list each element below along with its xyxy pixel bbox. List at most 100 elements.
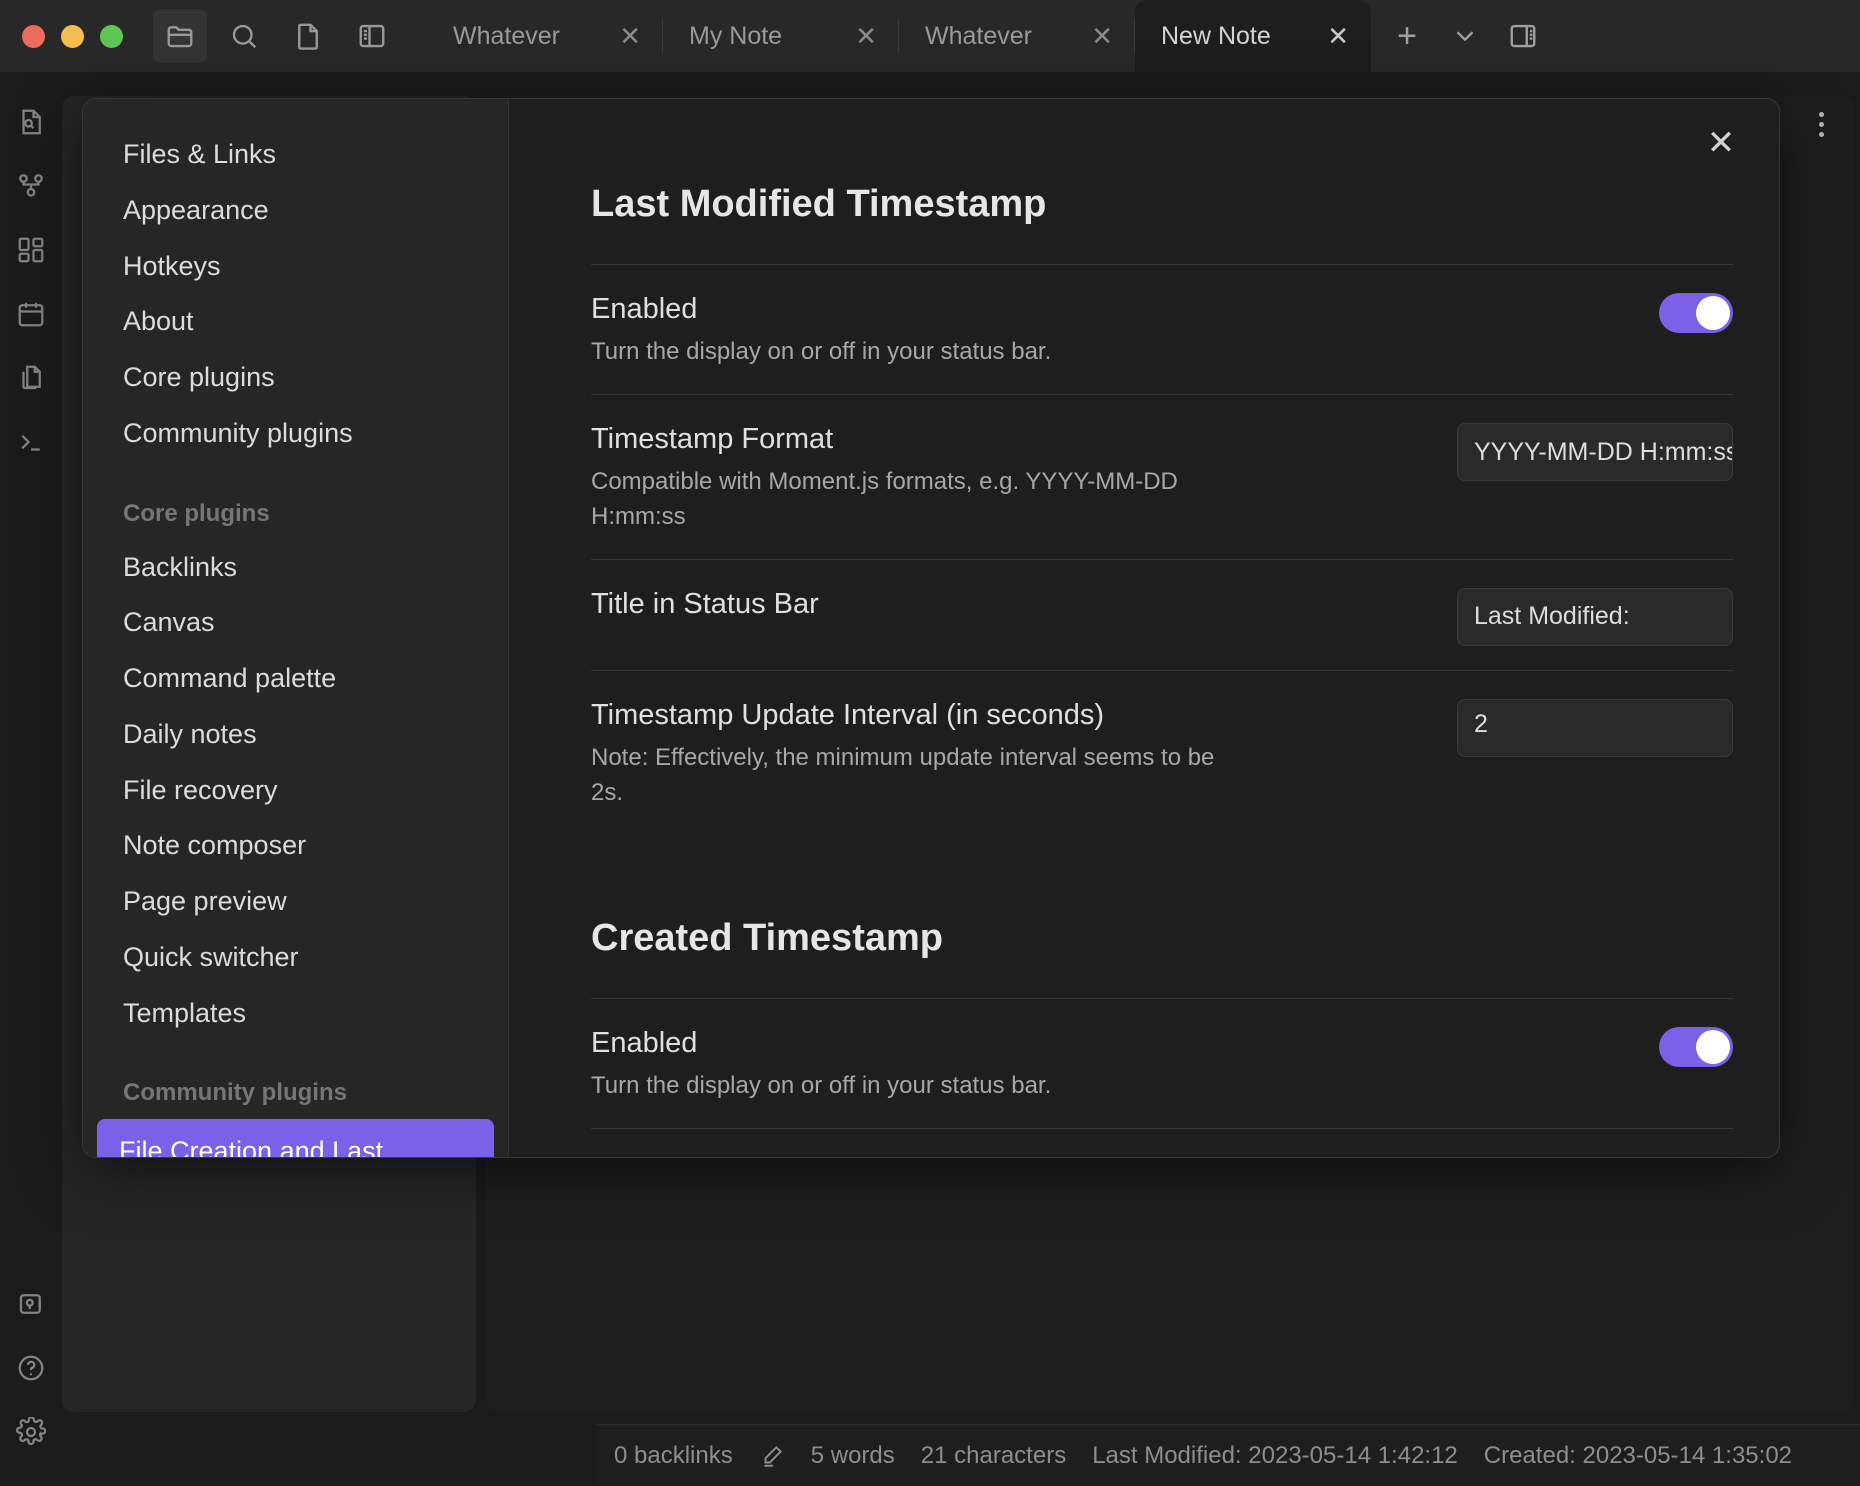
close-icon[interactable]: ✕ bbox=[1091, 23, 1113, 49]
lm-enabled-toggle[interactable] bbox=[1659, 293, 1733, 333]
character-count[interactable]: 21 characters bbox=[921, 1442, 1066, 1470]
toggle-knob bbox=[1696, 1029, 1730, 1064]
tab-label: My Note bbox=[689, 21, 783, 50]
sidebar-item-canvas[interactable]: Canvas bbox=[97, 595, 494, 651]
setting-text: Enabled Turn the display on or off in yo… bbox=[591, 1025, 1051, 1104]
setting-control bbox=[1659, 1025, 1733, 1067]
tab-label: Whatever bbox=[453, 21, 560, 50]
sidebar-item-command-palette[interactable]: Command palette bbox=[97, 651, 494, 707]
setting-row-lm-enabled: Enabled Turn the display on or off in yo… bbox=[591, 265, 1733, 394]
sidebar-item-files-and-links[interactable]: Files & Links bbox=[97, 127, 494, 183]
sidebar-item-about[interactable]: About bbox=[97, 294, 494, 350]
app-window: Whatever ✕ My Note ✕ Whatever ✕ New Note… bbox=[0, 0, 1860, 1486]
setting-text: Timestamp Format Compatible with Moment.… bbox=[591, 1155, 1231, 1158]
setting-control bbox=[1659, 291, 1733, 333]
close-icon[interactable]: ✕ bbox=[855, 23, 877, 49]
backlinks-count[interactable]: 0 backlinks bbox=[614, 1442, 733, 1470]
tab-strip: Whatever ✕ My Note ✕ Whatever ✕ New Note… bbox=[427, 0, 1860, 72]
setting-text: Enabled Turn the display on or off in yo… bbox=[591, 291, 1051, 370]
vault-icon[interactable] bbox=[0, 1272, 62, 1336]
setting-description: Note: Effectively, the minimum update in… bbox=[591, 744, 1215, 806]
section-title-last-modified: Last Modified Timestamp bbox=[591, 183, 1047, 225]
toggle-knob bbox=[1696, 296, 1730, 330]
pencil-icon[interactable] bbox=[759, 1443, 785, 1469]
setting-description: Turn the display on or off in your statu… bbox=[591, 338, 1052, 366]
setting-text: Timestamp Format Compatible with Moment.… bbox=[591, 421, 1231, 535]
lm-interval-input[interactable]: 2 bbox=[1457, 698, 1733, 757]
sidebar-item-file-recovery[interactable]: File recovery bbox=[97, 763, 494, 819]
sidebar-item-hotkeys[interactable]: Hotkeys bbox=[97, 239, 494, 295]
setting-text: Timestamp Update Interval (in seconds) N… bbox=[591, 697, 1231, 811]
settings-modal: Files & Links Appearance Hotkeys About C… bbox=[82, 98, 1780, 1158]
rail-top-group bbox=[0, 72, 62, 474]
close-icon[interactable]: ✕ bbox=[1327, 23, 1349, 49]
kebab-menu-icon[interactable] bbox=[1811, 106, 1832, 143]
setting-description: Compatible with Moment.js formats, e.g. … bbox=[591, 468, 1178, 531]
setting-row-lm-format: Timestamp Format Compatible with Moment.… bbox=[591, 394, 1733, 559]
sidebar-item-timestamps-plugin[interactable]: File Creation and Last Modified Timestam… bbox=[97, 1119, 494, 1157]
chevron-down-icon[interactable] bbox=[1439, 10, 1491, 62]
setting-control: Last Modified: bbox=[1457, 586, 1733, 646]
sidebar-item-daily-notes[interactable]: Daily notes bbox=[97, 707, 494, 763]
minimize-window-button[interactable] bbox=[61, 24, 84, 48]
left-rail bbox=[0, 72, 62, 1486]
sidebar-item-backlinks[interactable]: Backlinks bbox=[97, 540, 494, 596]
lm-title-input[interactable]: Last Modified: bbox=[1457, 587, 1733, 646]
tab-my-note[interactable]: My Note ✕ bbox=[663, 0, 899, 72]
settings-content: ✕ Last Modified Timestamp Enabled Turn t… bbox=[509, 99, 1779, 1157]
tab-controls: + bbox=[1371, 0, 1571, 72]
calendar-icon[interactable] bbox=[0, 282, 62, 346]
title-bar: Whatever ✕ My Note ✕ Whatever ✕ New Note… bbox=[0, 0, 1860, 72]
sidebar-item-quick-switcher[interactable]: Quick switcher bbox=[97, 930, 494, 986]
rail-bottom-group bbox=[0, 1272, 62, 1486]
sidebar-toggle-icon[interactable] bbox=[345, 9, 399, 63]
setting-label: Timestamp Format bbox=[591, 423, 834, 456]
setting-control: YYYY-MM-DD H:mm:ss bbox=[1457, 1155, 1733, 1157]
graph-view-icon[interactable] bbox=[0, 154, 62, 218]
cr-enabled-toggle[interactable] bbox=[1659, 1026, 1733, 1067]
sidebar-item-community-plugins[interactable]: Community plugins bbox=[97, 406, 494, 462]
tab-new-note[interactable]: New Note ✕ bbox=[1135, 0, 1371, 72]
nav-heading-community-plugins: Community plugins bbox=[123, 1079, 347, 1107]
close-icon[interactable]: ✕ bbox=[619, 23, 641, 49]
word-count[interactable]: 5 words bbox=[811, 1442, 895, 1470]
terminal-icon[interactable] bbox=[0, 410, 62, 474]
right-sidebar-icon[interactable] bbox=[1497, 10, 1549, 62]
new-tab-button[interactable]: + bbox=[1381, 10, 1433, 62]
created-status[interactable]: Created: 2023-05-14 1:35:02 bbox=[1484, 1442, 1792, 1470]
sidebar-item-templates[interactable]: Templates bbox=[97, 986, 494, 1042]
tab-label: Whatever bbox=[925, 21, 1032, 50]
setting-label: Enabled bbox=[591, 1026, 698, 1059]
settings-gear-icon[interactable] bbox=[0, 1400, 62, 1464]
setting-label: Enabled bbox=[591, 293, 698, 325]
zoom-window-button[interactable] bbox=[100, 24, 123, 48]
copy-files-icon[interactable] bbox=[0, 346, 62, 410]
setting-label: Timestamp Update Interval (in seconds) bbox=[591, 698, 1105, 731]
search-icon[interactable] bbox=[217, 9, 271, 63]
help-icon[interactable] bbox=[0, 1336, 62, 1400]
sidebar-item-note-composer[interactable]: Note composer bbox=[97, 818, 494, 874]
tab-label: New Note bbox=[1161, 21, 1271, 50]
setting-description: Turn the display on or off in your statu… bbox=[591, 1071, 1052, 1099]
folder-icon[interactable] bbox=[153, 9, 207, 63]
sidebar-item-core-plugins[interactable]: Core plugins bbox=[97, 350, 494, 406]
status-bar: 0 backlinks 5 words 21 characters Last M… bbox=[596, 1424, 1860, 1486]
setting-text: Title in Status Bar bbox=[591, 586, 819, 622]
setting-row-cr-format: Timestamp Format Compatible with Moment.… bbox=[591, 1127, 1733, 1158]
canvas-icon[interactable] bbox=[0, 218, 62, 282]
tab-whatever-1[interactable]: Whatever ✕ bbox=[427, 0, 663, 72]
settings-nav: Files & Links Appearance Hotkeys About C… bbox=[83, 99, 509, 1157]
setting-row-lm-interval: Timestamp Update Interval (in seconds) N… bbox=[591, 669, 1733, 835]
tab-whatever-2[interactable]: Whatever ✕ bbox=[899, 0, 1135, 72]
sidebar-item-page-preview[interactable]: Page preview bbox=[97, 874, 494, 930]
sidebar-item-appearance[interactable]: Appearance bbox=[97, 183, 494, 239]
search-in-file-icon[interactable] bbox=[0, 90, 62, 154]
close-icon[interactable]: ✕ bbox=[1697, 119, 1745, 167]
last-modified-status[interactable]: Last Modified: 2023-05-14 1:42:12 bbox=[1092, 1442, 1458, 1470]
setting-row-cr-enabled: Enabled Turn the display on or off in yo… bbox=[591, 999, 1733, 1128]
lm-format-input[interactable]: YYYY-MM-DD H:mm:ss bbox=[1457, 423, 1733, 482]
setting-label: Timestamp Format bbox=[591, 1155, 1231, 1158]
section-title-created: Created Timestamp bbox=[591, 916, 943, 959]
close-window-button[interactable] bbox=[22, 24, 45, 48]
file-icon[interactable] bbox=[281, 9, 335, 63]
